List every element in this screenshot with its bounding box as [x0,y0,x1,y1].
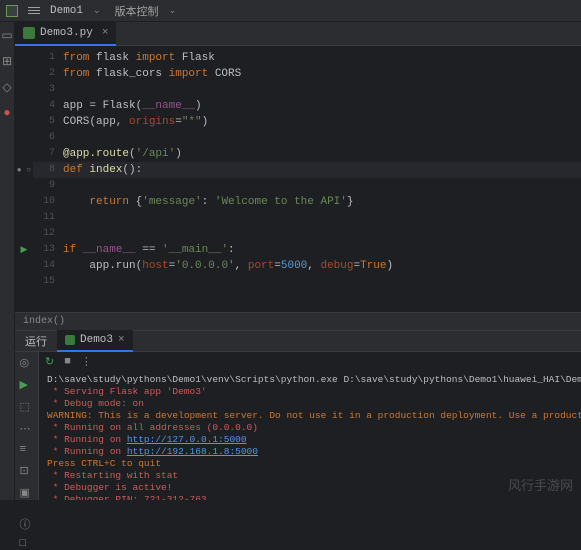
gutter-markers: ● ○ ▶ [15,46,33,312]
code-content[interactable]: from flask import Flask from flask_cors … [63,46,581,312]
info-icon[interactable]: ⓘ [20,516,34,530]
folder-icon[interactable]: ▭ [0,28,14,42]
line-numbers: 1 2 3 4 5 6 7 8 9 10 11 12 13 14 15 [33,46,63,312]
console-line: WARNING: This is a development server. D… [47,410,581,422]
console-line: Press CTRL+C to quit [47,458,581,470]
more-vertical-icon[interactable]: ⋮ [81,355,92,369]
debug-icon[interactable]: ⬚ [20,400,34,414]
breakpoint-icon[interactable]: ● ○ [15,162,33,178]
python-file-icon [65,335,75,345]
editor-tab-label: Demo3.py [40,27,93,39]
bookmarks-icon[interactable]: ◇ [0,80,14,94]
console-line: * Debugger is active! [47,482,581,494]
stop-icon[interactable]: ■ [64,356,71,368]
url-link[interactable]: http://192.168.1.8:5000 [127,446,258,457]
console-line: * Running on http://127.0.0.1:5000 [47,434,581,446]
settings-icon[interactable]: ⊡ [20,464,34,478]
app-logo-icon [6,5,18,17]
console-output[interactable]: D:\save\study\pythons\Demo1\venv\Scripts… [39,372,581,500]
url-link[interactable]: http://127.0.0.1:5000 [127,434,247,445]
terminal-icon[interactable]: ▣ [20,486,34,500]
console-sidebar: ◎ ▶ ⬚ ⋯ ≡ ⊡ ▣ ⓘ □ [15,352,39,500]
breadcrumb[interactable]: index() [15,312,581,330]
console-line: * Serving Flask app 'Demo3' [47,386,581,398]
run-panel-label[interactable]: 运行 [15,333,57,349]
console-line: D:\save\study\pythons\Demo1\venv\Scripts… [47,374,581,386]
layers-icon[interactable]: ≡ [20,444,34,456]
console-line: * Debugger PIN: 721-312-763 [47,494,581,500]
main-menu-icon[interactable] [28,7,40,14]
target-icon[interactable]: ◎ [20,356,34,370]
python-file-icon [23,27,35,39]
run-config-tab[interactable]: Demo3 × [57,330,133,352]
titlebar: Demo1 ⌄ 版本控制 ⌄ [0,0,581,22]
more-icon[interactable]: ⋯ [20,422,34,436]
structure-icon[interactable]: ⊞ [0,54,14,68]
console-line: * Running on all addresses (0.0.0.0) [47,422,581,434]
console-toolbar: ↻ ■ ⋮ [39,352,581,372]
run-gutter-icon[interactable]: ▶ [15,242,33,258]
editor-tabbar: Demo3.py × [15,22,581,46]
editor-tab[interactable]: Demo3.py × [15,22,116,46]
tool-sidebar: ▭ ⊞ ◇ ● [0,22,15,500]
tool-icon[interactable]: □ [20,538,34,550]
run-panel-tabbar: 运行 Demo3 × [15,330,581,352]
close-icon[interactable]: × [102,27,109,39]
play-icon[interactable]: ▶ [20,378,34,392]
version-control-menu[interactable]: 版本控制 [115,3,159,19]
rerun-icon[interactable]: ↻ [45,355,54,369]
close-icon[interactable]: × [118,334,125,346]
console-line: * Running on http://192.168.1.8:5000 [47,446,581,458]
code-editor[interactable]: ● ○ ▶ 1 2 3 4 5 6 7 8 9 10 11 12 13 14 1 [15,46,581,312]
run-tab-label: Demo3 [80,334,113,346]
notification-icon[interactable]: ● [0,106,14,120]
console-line: * Restarting with stat [47,470,581,482]
chevron-down-icon[interactable]: ⌄ [93,6,101,16]
chevron-down-icon[interactable]: ⌄ [169,6,177,16]
console-line: * Debug mode: on [47,398,581,410]
project-name[interactable]: Demo1 [50,5,83,17]
